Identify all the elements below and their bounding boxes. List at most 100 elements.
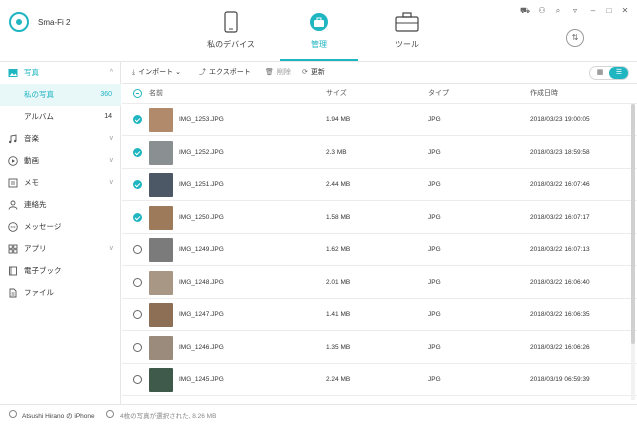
row-checkbox[interactable] (133, 147, 142, 157)
photo-thumbnail[interactable] (149, 303, 173, 327)
file-size: 1.58 MB (326, 213, 351, 221)
table-row[interactable]: IMG_1249.JPG 1.62 MB JPG 2018/03/22 16:07:1… (122, 234, 637, 266)
app-logo-icon (9, 12, 29, 32)
refresh-button[interactable]: ⟳ 更新 (302, 62, 325, 84)
phone-icon (224, 11, 238, 33)
briefcase-icon (395, 12, 419, 32)
file-type: JPG (428, 181, 441, 188)
column-type-header[interactable]: タイプ (428, 84, 449, 104)
sidebar-item-music[interactable]: 音楽 v (0, 128, 121, 150)
maximize-icon[interactable]: □ (604, 6, 614, 16)
photo-thumbnail[interactable] (149, 368, 173, 392)
tab-tools-label: ツール (395, 40, 419, 49)
device-icon (9, 410, 17, 418)
tab-tools[interactable]: ツール (366, 8, 448, 60)
column-size-header[interactable]: サイズ (326, 84, 347, 104)
file-type: JPG (428, 246, 441, 253)
photo-thumbnail[interactable] (149, 108, 173, 132)
photo-thumbnail[interactable] (149, 238, 173, 262)
photo-thumbnail[interactable] (149, 205, 173, 230)
row-checkbox[interactable] (133, 180, 142, 189)
table-row[interactable]: IMG_1246.JPG 1.35 MB JPG 2018/03/22 16:06:2… (122, 332, 637, 364)
toolbox-icon (310, 13, 328, 31)
photo-thumbnail[interactable] (149, 140, 173, 165)
view-toggle: ▦ ☰ (589, 66, 629, 80)
select-all-checkbox[interactable] (133, 89, 142, 98)
table-row[interactable]: IMG_1250.JPG 1.58 MB JPG 2018/03/22 16:07:1… (122, 202, 637, 234)
row-checkbox[interactable] (133, 245, 142, 254)
file-name: IMG_1248.JPG (179, 278, 224, 286)
table-row[interactable]: IMG_1245.JPG 2.24 MB JPG 2018/03/19 06:59:3… (122, 364, 637, 396)
table-row[interactable]: IMG_1253.JPG 1.94 MB JPG 2018/03/23 19:00:0… (122, 104, 637, 136)
user-icon[interactable]: ⚇ (537, 6, 547, 16)
message-icon (8, 222, 18, 232)
photo-thumbnail[interactable] (149, 335, 173, 360)
row-checkbox[interactable] (133, 115, 142, 124)
sidebar-item-messages[interactable]: メッセージ (0, 216, 121, 238)
grid-view-icon[interactable]: ▦ (590, 67, 610, 79)
status-bar: Atsushi Hirano の iPhone 4枚の写真が選択された, 8.2… (0, 404, 637, 443)
row-checkbox[interactable] (133, 212, 142, 222)
sidebar-item-contacts[interactable]: 連絡先 (0, 194, 121, 216)
photo-icon (8, 69, 18, 77)
shield-icon[interactable]: ▿ (570, 6, 580, 16)
cart-icon[interactable]: ⛟ (520, 6, 530, 16)
table-header: 名前 サイズ タイプ 作成日時 (122, 84, 637, 104)
file-type: JPG (428, 213, 441, 221)
row-checkbox[interactable] (133, 277, 142, 287)
sidebar-item-memo[interactable]: メモ v (0, 172, 121, 194)
export-button[interactable]: ⤴ エクスポート (199, 62, 251, 84)
music-icon (9, 134, 17, 144)
tab-manage-label: 管理 (311, 40, 327, 49)
refresh-icon: ⟳ (302, 69, 308, 76)
row-checkbox[interactable] (133, 375, 142, 384)
created-date: 2018/03/22 16:07:46 (530, 181, 590, 188)
photo-thumbnail[interactable] (149, 270, 173, 295)
table-row[interactable]: IMG_1252.JPG 2.3 MB JPG 2018/03/23 18:59:58 (122, 137, 637, 169)
count-badge: 14 (104, 113, 112, 120)
created-date: 2018/03/23 18:59:58 (530, 148, 590, 156)
tab-my-device-label: 私のデバイス (207, 40, 255, 49)
delete-button[interactable]: 🗑 削除 (265, 62, 291, 84)
toolbar: ⤓ インポート ⌄ ⤴ エクスポート 🗑 削除 ⟳ 更新 ▦ ☰ (122, 62, 637, 84)
scrollbar-thumb[interactable] (631, 104, 635, 344)
file-name: IMG_1245.JPG (179, 376, 224, 383)
row-checkbox[interactable] (133, 342, 142, 352)
table-row[interactable]: IMG_1248.JPG 2.01 MB JPG 2018/03/22 16:06:4… (122, 267, 637, 299)
tab-my-device[interactable]: 私のデバイス (190, 8, 272, 60)
close-icon[interactable]: ✕ (620, 6, 630, 16)
file-type: JPG (428, 148, 441, 156)
file-name: IMG_1252.JPG (179, 148, 224, 156)
photo-thumbnail[interactable] (149, 173, 173, 197)
table-scrollbar[interactable] (631, 104, 635, 400)
count-badge: 360 (100, 91, 112, 98)
column-date-header[interactable]: 作成日時 (530, 84, 558, 104)
created-date: 2018/03/22 16:07:17 (530, 213, 590, 221)
import-icon: ⤓ (132, 69, 136, 76)
file-type: JPG (428, 311, 441, 318)
sync-button[interactable]: ⇅ (566, 29, 584, 47)
tab-manage[interactable]: 管理 (278, 8, 360, 60)
sidebar-item-albums[interactable]: アルバム 14 (0, 106, 121, 128)
file-name: IMG_1246.JPG (179, 343, 224, 351)
table-row[interactable]: IMG_1247.JPG 1.41 MB JPG 2018/03/22 16:06:3… (122, 299, 637, 331)
export-icon: ⤴ (199, 69, 206, 76)
sidebar-item-files[interactable]: ファイル (0, 282, 121, 304)
chevron-up-icon: ^ (109, 69, 113, 76)
minimize-icon[interactable]: – (588, 6, 598, 16)
file-size: 2.24 MB (326, 376, 351, 383)
sidebar-item-my-photos[interactable]: 私の写真 360 (0, 84, 121, 106)
file-type: JPG (428, 343, 441, 351)
sidebar-item-video[interactable]: 動画 v (0, 150, 121, 172)
contact-icon (8, 200, 18, 210)
sidebar-item-photos[interactable]: 写真 ^ (0, 62, 121, 84)
import-button[interactable]: ⤓ インポート ⌄ (132, 62, 181, 84)
search-icon[interactable]: ⌕ (553, 6, 563, 16)
chevron-down-icon: v (109, 135, 114, 142)
list-view-icon[interactable]: ☰ (609, 67, 628, 79)
sidebar-item-ebooks[interactable]: 電子ブック (0, 260, 121, 282)
column-name-header[interactable]: 名前 (149, 84, 163, 104)
sidebar-item-apps[interactable]: アプリ v (0, 238, 121, 260)
table-row[interactable]: IMG_1251.JPG 2.44 MB JPG 2018/03/22 16:07:4… (122, 169, 637, 201)
row-checkbox[interactable] (133, 310, 142, 319)
